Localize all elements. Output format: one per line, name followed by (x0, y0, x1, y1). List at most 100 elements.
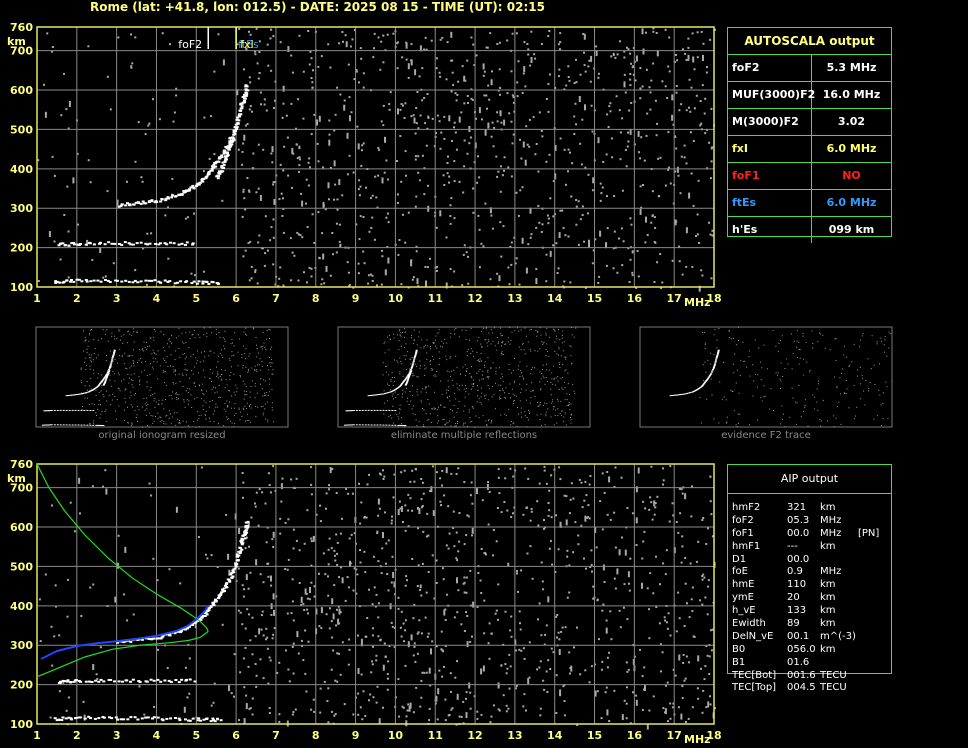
thumbnail-noise-dot (212, 372, 214, 374)
thumbnail-noise-dot (446, 397, 448, 399)
thumbnail-noise-dot (432, 342, 434, 344)
aip-ionogram-noise-dot (580, 524, 583, 527)
main-ionogram-noise-dot (405, 42, 408, 49)
thumbnail-noise-dot (172, 366, 174, 367)
aip-ionogram-noise-dot (601, 609, 604, 612)
aip-ionogram-noise-dot (325, 507, 327, 510)
aip-ionogram-noise-dot (366, 483, 369, 486)
thumbnail-noise-dot (426, 339, 428, 341)
thumbnail-noise-dot (449, 357, 451, 359)
main-ionogram-noise-dot (173, 111, 176, 114)
main-ionogram-noise-dot (667, 166, 670, 169)
aip-ionogram-noise-dot (488, 491, 491, 493)
aip-panel: AIP output hmF2 321 km foF2 05.3 MHz foF1 00.0 M… (727, 464, 892, 693)
thumbnail-noise-dot (865, 380, 867, 382)
main-ionogram-trace-dot (222, 149, 226, 152)
main-ionogram-trace-dot (124, 204, 128, 207)
aip-ionogram-noise-dot (529, 545, 532, 548)
thumbnail-noise-dot (786, 358, 788, 360)
aip-row: foE 0.9 MHz (728, 565, 891, 578)
thumbnail-noise-dot (268, 328, 270, 330)
thumbnail-noise-dot (510, 424, 512, 426)
main-ionogram-noise-dot (591, 262, 594, 265)
thumbnail-noise-dot (266, 330, 268, 332)
thumbnail-noise-dot (820, 425, 822, 427)
main-ionogram-noise-dot (467, 255, 469, 258)
thumbnail-noise-dot (206, 336, 208, 338)
thumbnail-noise-dot (196, 362, 198, 364)
main-ionogram-noise-dot (184, 217, 187, 220)
aip-ionogram-noise-dot (360, 673, 363, 676)
main-ionogram-noise-dot (548, 30, 551, 32)
thumbnail-noise-dot (230, 407, 232, 409)
main-ionogram-noise-dot (360, 164, 363, 167)
thumbnail-noise-dot (713, 334, 715, 336)
thumbnail-noise-dot (478, 360, 480, 362)
main-ionogram-noise-dot (589, 80, 592, 83)
aip-ionogram-noise-dot (444, 608, 447, 611)
thumbnail-trace-dot (110, 363, 113, 365)
thumbnail-noise-dot (119, 348, 121, 350)
thumbnail-noise-dot (144, 409, 146, 411)
thumbnail-noise-dot (262, 346, 264, 347)
main-ionogram-noise-dot (332, 253, 334, 256)
aip-ionogram-noise-dot (681, 545, 684, 548)
main-ionogram-trace-dot (225, 151, 229, 154)
aip-ionogram-noise-dot (709, 500, 712, 503)
thumbnail-noise-dot (221, 373, 223, 375)
thumbnail-noise-dot (181, 373, 183, 375)
aip-ionogram-noise-dot (420, 498, 423, 501)
thumbnail-noise-dot (455, 423, 457, 424)
thumbnail-noise-dot (888, 347, 890, 349)
aip-cell-c2: 0.9 (787, 566, 803, 578)
thumbnail-trace-dot (706, 378, 709, 380)
aip-ionogram-noise-dot (457, 589, 460, 592)
thumbnail-noise-dot (400, 336, 402, 338)
aip-ionogram-noise-dot (312, 698, 315, 701)
main-ionogram-noise-dot (486, 107, 488, 110)
main-ionogram-noise-dot (241, 150, 244, 153)
aip-row: TEC[Bot] 001.6 TECU (728, 669, 891, 682)
main-ionogram-noise-dot (523, 66, 526, 73)
aip-ionogram-trace-dot (168, 634, 172, 637)
main-ionogram-noise-dot (704, 132, 707, 135)
thumbnail-noise-dot (510, 339, 512, 341)
main-ionogram-noise-dot (421, 99, 424, 102)
aip-ionogram-noise-dot (705, 706, 708, 709)
thumbnail-noise-dot (453, 405, 455, 406)
main-ionogram-noise-dot (667, 131, 670, 134)
aip-ionogram-noise-dot (705, 543, 708, 545)
thumbnail-trace-dot (414, 354, 417, 356)
main-ionogram-trace-dot (220, 154, 224, 157)
main-ionogram-noise-dot (272, 218, 275, 221)
main-ionogram-noise-dot (580, 163, 583, 166)
main-ionogram-x-tick-label: 10 (388, 292, 404, 305)
thumbnail-noise-dot (473, 379, 474, 381)
aip-ionogram-noise-dot (385, 562, 387, 565)
aip-ionogram-noise-dot (54, 584, 57, 587)
thumbnail-noise-dot (425, 344, 427, 346)
thumbnail-noise-dot (155, 416, 156, 417)
main-ionogram-noise-dot (675, 91, 678, 94)
thumbnail-noise-dot (176, 397, 178, 398)
thumbnail-noise-dot (546, 327, 548, 329)
aip-ionogram-noise-dot (399, 507, 402, 510)
thumbnail-noise-dot (419, 367, 421, 369)
thumbnail-noise-dot (570, 422, 572, 424)
aip-ionogram-trace-dot (246, 520, 250, 523)
main-ionogram-noise-dot (709, 233, 712, 236)
thumbnail-noise-dot (504, 392, 505, 394)
thumbnail-noise-dot (399, 404, 401, 406)
aip-ionogram-noise-dot (623, 699, 626, 702)
autoscala-panel: AUTOSCALA output foF2 5.3 MHz MUF(3000)F2 1… (727, 27, 892, 243)
thumbnail-noise-dot (148, 345, 150, 347)
aip-ionogram-noise-dot (504, 610, 507, 613)
main-ionogram-noise-dot (421, 67, 424, 70)
aip-ionogram-noise-dot (310, 537, 313, 540)
aip-ionogram-noise-dot (677, 706, 680, 709)
aip-ionogram-noise-dot (555, 615, 558, 618)
aip-ionogram-noise-dot (437, 688, 440, 695)
main-ionogram-noise-dot (510, 120, 513, 123)
aip-ionogram-noise-dot (99, 646, 102, 649)
thumbnail-noise-dot (145, 361, 146, 363)
